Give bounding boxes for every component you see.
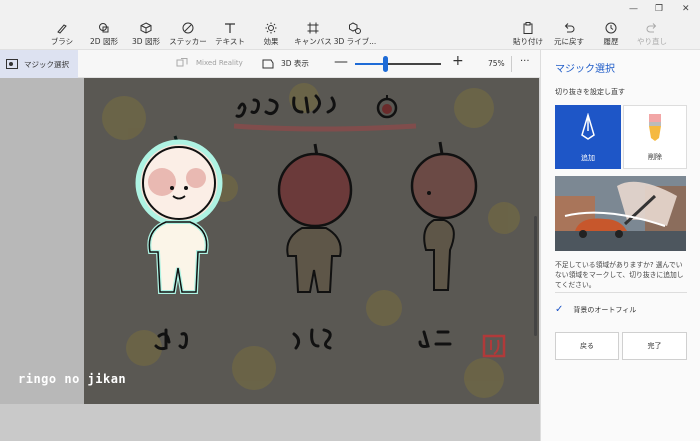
done-button[interactable]: 完了 (622, 332, 687, 360)
text-tool-label: テキスト (215, 37, 245, 46)
panel-title: マジック選択 (555, 64, 615, 75)
paste-label: 貼り付け (513, 37, 543, 46)
3d-library-tool-button[interactable]: 3D ライブ... (333, 22, 377, 47)
panel-separator (555, 292, 687, 293)
zoom-percent: 75% (488, 59, 505, 68)
magic-select-button[interactable]: マジック選択 (0, 50, 78, 78)
3d-shapes-tool-label: 3D 図形 (132, 37, 160, 46)
mixed-reality-label: Mixed Reality (196, 59, 243, 67)
tutorial-illustration (555, 176, 686, 251)
apple-character-back (277, 143, 353, 293)
mixed-reality-button[interactable]: Mixed Reality (176, 58, 243, 68)
3d-library-tool-label: 3D ライブ... (333, 37, 377, 46)
effects-tool-button[interactable]: 効果 (249, 22, 293, 47)
sticker-tool-label: ステッカー (169, 37, 207, 46)
canvas-tool-button[interactable]: キャンバス (291, 22, 335, 47)
apple-character-side (410, 141, 478, 291)
canvas-margin (0, 78, 84, 404)
handwritten-labels (154, 328, 506, 358)
check-icon: ✓ (555, 304, 564, 315)
canvas-icon (307, 22, 319, 34)
magic-select-icon (6, 59, 18, 69)
delete-button[interactable]: 削除 (623, 105, 687, 169)
zoom-out-button[interactable]: — (334, 54, 348, 70)
more-options-icon[interactable]: ··· (520, 56, 530, 67)
eraser-icon (649, 114, 661, 141)
view-3d-icon (262, 59, 274, 68)
paste-button[interactable]: 貼り付け (506, 22, 550, 47)
3d-library-icon (349, 22, 361, 34)
title-drawing (233, 94, 417, 132)
delete-label: 削除 (648, 153, 662, 161)
effects-icon (265, 22, 277, 34)
drawing-canvas[interactable] (84, 78, 539, 404)
brush-tool-label: ブラシ (50, 37, 74, 46)
pen-icon (581, 112, 595, 140)
effects-tool-label: 効果 (263, 37, 279, 46)
view-3d-button[interactable]: 3D 表示 (262, 58, 309, 69)
panel-subtitle: 切り抜きを設定し直す (555, 88, 625, 96)
tutorial-preview-image (555, 176, 686, 251)
2d-shapes-tool-button[interactable]: 2D 図形 (82, 22, 126, 47)
toolbar-divider (511, 56, 512, 72)
history-icon (605, 22, 617, 34)
top-toolbar: ブラシ 2D 図形 3D 図形 ステッカー テキスト 効果 キャンバス 3D ラ… (0, 0, 700, 50)
close-icon[interactable]: ✕ (682, 4, 690, 14)
3d-shapes-tool-button[interactable]: 3D 図形 (124, 22, 168, 47)
autofill-checkbox[interactable]: ✓ 背景のオートフィル (555, 304, 636, 315)
maximize-icon[interactable]: ❐ (655, 4, 663, 14)
history-button[interactable]: 履歴 (589, 22, 633, 47)
magic-select-label: マジック選択 (24, 59, 69, 69)
sticker-tool-button[interactable]: ステッカー (166, 22, 210, 47)
autofill-label: 背景のオートフィル (573, 305, 637, 314)
redo-label: やり直し (637, 37, 667, 46)
minimize-icon[interactable]: — (629, 4, 638, 14)
2d-shapes-tool-label: 2D 図形 (90, 37, 118, 46)
redo-icon (646, 23, 657, 33)
sticker-icon (182, 22, 194, 34)
brush-icon (57, 24, 67, 34)
brush-tool-button[interactable]: ブラシ (40, 22, 84, 47)
history-label: 履歴 (603, 37, 619, 46)
back-button[interactable]: 戻る (555, 332, 619, 360)
2d-shapes-icon (99, 23, 109, 33)
watermark-text: ringo no jikan (18, 372, 127, 386)
view-toolbar: マジック選択 Mixed Reality 3D 表示 — + 75% ··· (0, 50, 540, 78)
text-icon (225, 23, 235, 33)
3d-shapes-icon (140, 22, 152, 34)
zoom-slider-fill (355, 63, 386, 65)
canvas-bottom-margin (0, 404, 540, 441)
apple-character-front (135, 135, 223, 294)
add-button[interactable]: 追加 (555, 105, 621, 169)
canvas-tool-label: キャンバス (294, 37, 332, 46)
paste-icon (523, 22, 533, 34)
vertical-scrollbar[interactable] (534, 216, 537, 336)
redo-button[interactable]: やり直し (630, 22, 674, 47)
view-3d-label: 3D 表示 (281, 59, 309, 68)
help-text: 不足している領域がありますか? 選んでいない領域をマークして、切り抜きに追加して… (555, 261, 684, 289)
add-label: 追加 (581, 154, 595, 162)
undo-label: 元に戻す (554, 37, 584, 46)
zoom-slider-thumb[interactable] (383, 56, 389, 72)
canvas-area: ringo no jikan (0, 78, 540, 441)
zoom-in-button[interactable]: + (452, 53, 464, 69)
canvas-illustration (102, 83, 520, 398)
text-tool-button[interactable]: テキスト (208, 22, 252, 47)
undo-button[interactable]: 元に戻す (547, 22, 591, 47)
mixed-reality-icon (176, 58, 188, 67)
magic-select-panel: マジック選択 切り抜きを設定し直す 追加 削除 不足している領域がありますか? … (540, 50, 700, 441)
undo-icon (564, 23, 575, 33)
